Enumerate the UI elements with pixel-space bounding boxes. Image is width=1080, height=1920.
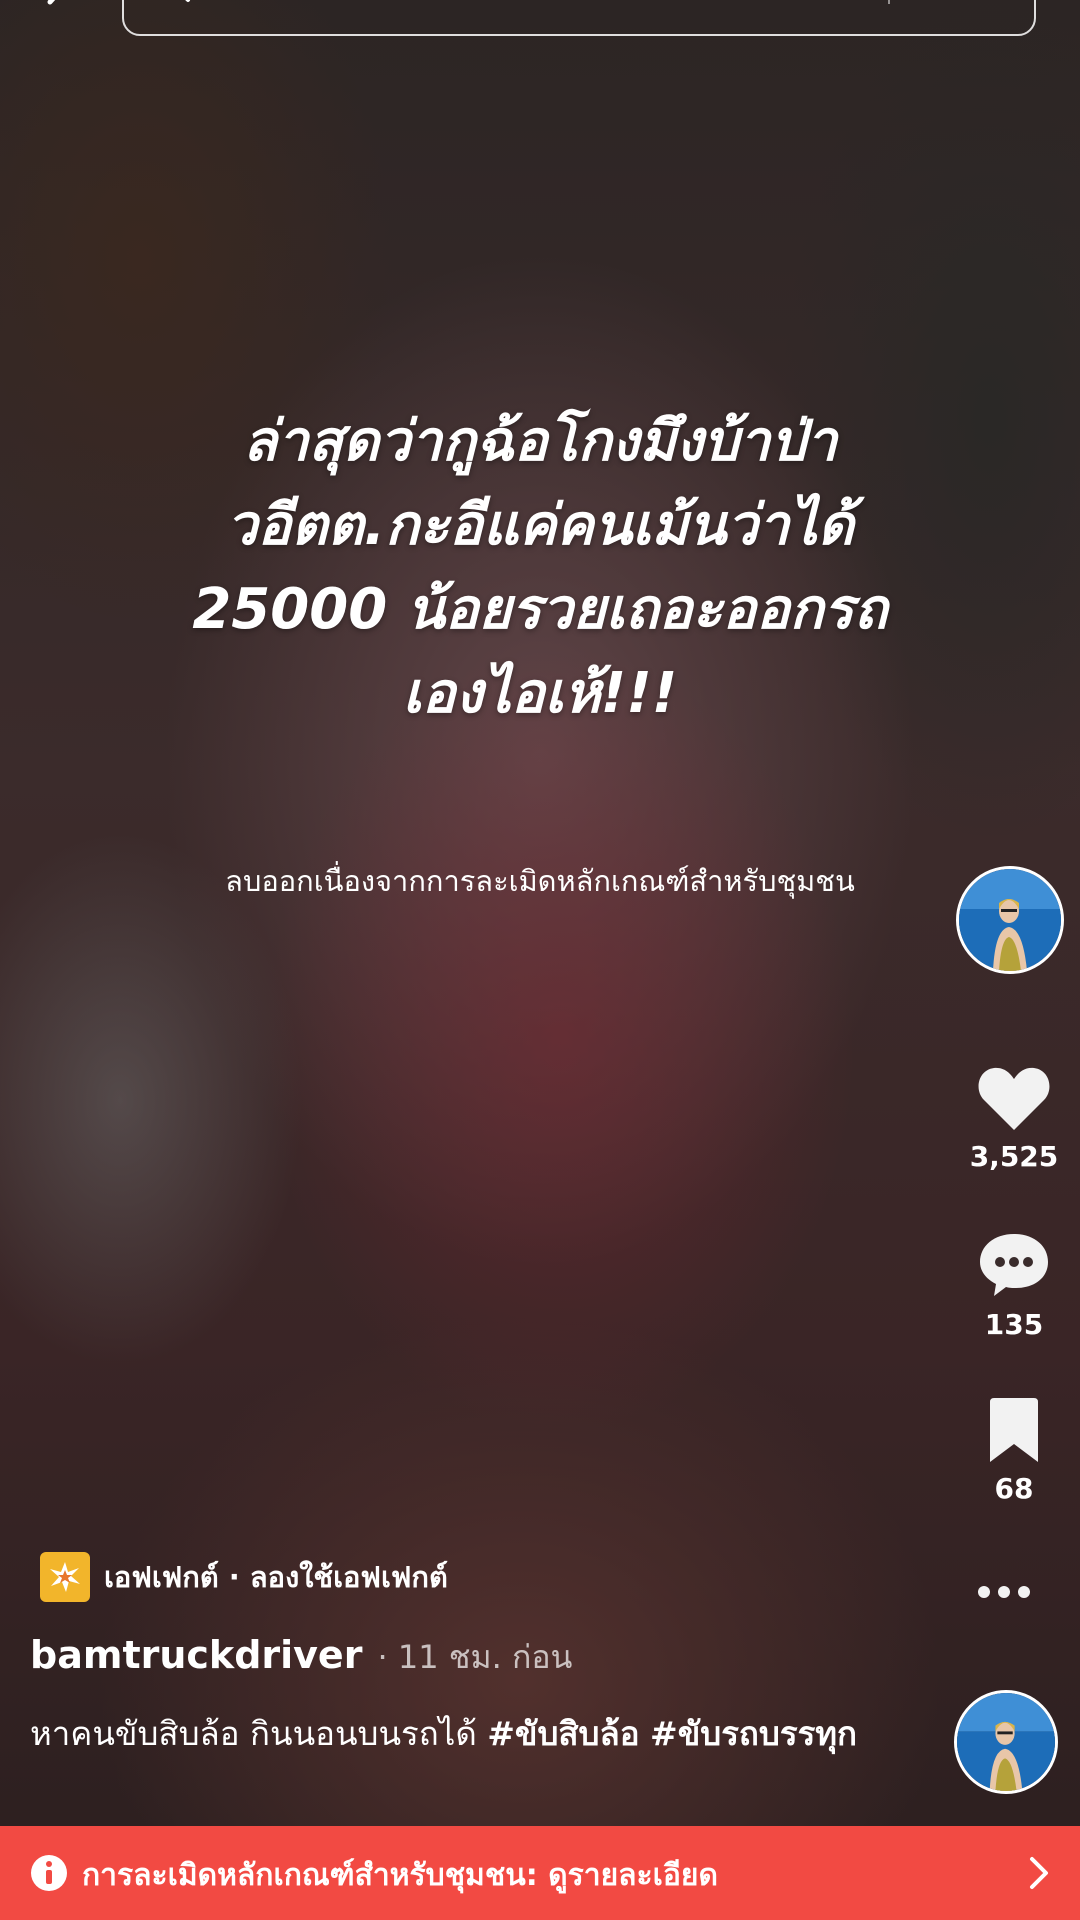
avatar-image <box>959 869 1061 971</box>
like-action[interactable]: 3,525 <box>954 1064 1074 1173</box>
hashtag[interactable]: #ขับรถบรรทุก <box>650 1714 857 1753</box>
save-action[interactable]: 68 <box>954 1398 1074 1505</box>
heart-icon[interactable] <box>976 1064 1052 1132</box>
comment-count: 135 <box>984 1308 1044 1341</box>
comment-icon[interactable] <box>976 1230 1052 1300</box>
username[interactable]: bamtruckdriver <box>30 1633 362 1677</box>
headline-line: เองไอเห้!!! <box>402 661 678 726</box>
removed-notice: ลบออกเนื่องจากการละเมิดหลักเกณฑ์สำหรับชุ… <box>225 864 855 898</box>
sound-avatar[interactable] <box>954 1690 1058 1794</box>
like-count: 3,525 <box>969 1140 1059 1173</box>
info-icon <box>31 1855 67 1891</box>
video-headline: ล่าสุดว่ากูฉ้อโกงมึงบ้าป่า วอีตต.กะอีแค่… <box>80 400 1000 736</box>
author-row: bamtruckdriver · 11 ชม. ก่อน <box>30 1632 572 1683</box>
top-bar: ค้นหาเนื้อหาเพิ่มเติม ค้นหา <box>0 0 1080 40</box>
creator-avatar[interactable] <box>956 866 1064 974</box>
caption-text: หาคนขับสิบล้อ กินนอนบนรถได้ <box>30 1714 488 1753</box>
search-icon <box>185 0 190 2</box>
violation-text: การละเมิดหลักเกณฑ์สำหรับชุมชน: ดูรายละเอ… <box>82 1858 718 1893</box>
sound-image <box>957 1693 1055 1791</box>
effect-icon <box>40 1552 90 1602</box>
violation-banner[interactable]: การละเมิดหลักเกณฑ์สำหรับชุมชน: ดูรายละเอ… <box>0 1826 1080 1920</box>
action-rail: 3,525 135 68 <box>950 0 1080 1920</box>
more-icon[interactable] <box>976 1584 1032 1600</box>
effect-label: เอฟเฟกต์ · ลองใช้เอฟเฟกต์ <box>104 1560 448 1594</box>
bookmark-icon[interactable] <box>984 1398 1044 1464</box>
search-box[interactable]: ค้นหาเนื้อหาเพิ่มเติม ค้นหา <box>122 0 1036 36</box>
back-icon[interactable] <box>40 0 80 22</box>
effect-link[interactable]: เอฟเฟกต์ · ลองใช้เอฟเฟกต์ <box>40 1552 448 1602</box>
search-input[interactable]: ค้นหาเนื้อหาเพิ่มเติม <box>220 0 482 13</box>
comment-action[interactable]: 135 <box>954 1230 1074 1341</box>
hashtag[interactable]: #ขับสิบล้อ <box>487 1714 639 1753</box>
caption: หาคนขับสิบล้อ กินนอนบนรถได้ #ขับสิบล้อ #… <box>30 1708 860 1760</box>
headline-line: ล่าสุดว่ากูฉ้อโกงมึงบ้าป่า <box>242 409 838 474</box>
headline-line: 25000 น้อยรวยเถอะออกรถ <box>192 577 888 642</box>
post-time: · 11 ชม. ก่อน <box>377 1638 573 1676</box>
headline-line: วอีตต.กะอีแค่คนเม้นว่าได้ <box>226 493 854 558</box>
save-count: 68 <box>994 1472 1034 1505</box>
search-divider <box>888 0 890 4</box>
chevron-right-icon[interactable] <box>1028 1856 1052 1890</box>
